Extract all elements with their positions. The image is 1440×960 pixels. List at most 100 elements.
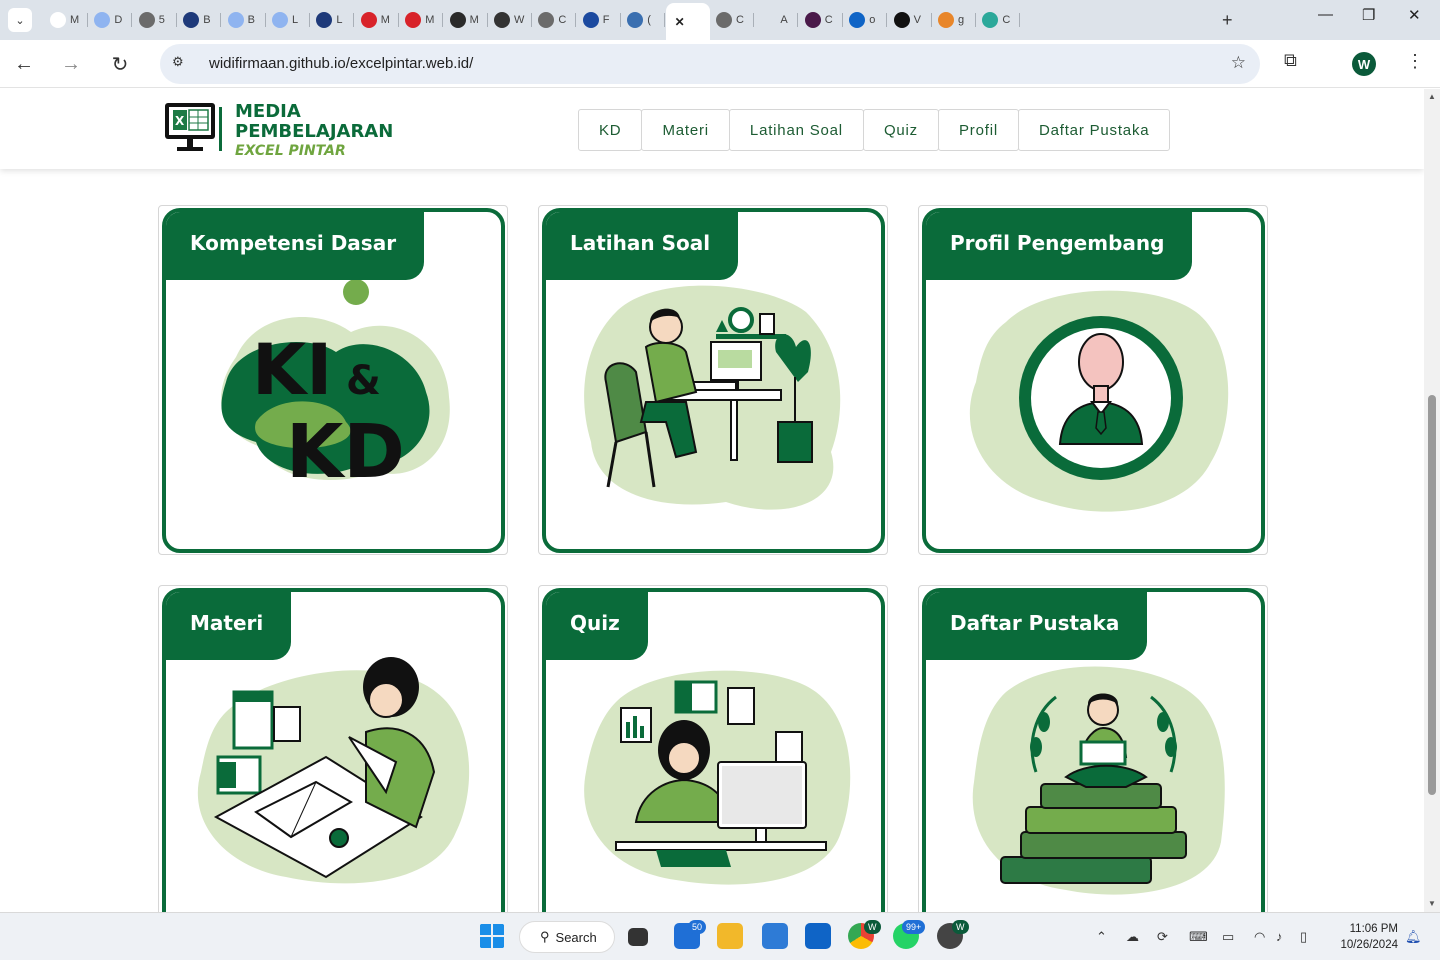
page-scrollbar[interactable]: ▲ ▼ bbox=[1424, 89, 1440, 912]
incognito-icon bbox=[494, 12, 510, 28]
cube-icon bbox=[627, 12, 644, 28]
clock-time: 11:06 PM bbox=[1349, 923, 1398, 935]
browser-tab[interactable]: M bbox=[44, 7, 88, 33]
scroll-down-icon[interactable]: ▼ bbox=[1428, 899, 1436, 908]
app-sync-badge: W bbox=[952, 920, 969, 934]
browser-tab[interactable]: M bbox=[399, 7, 444, 33]
address-bar[interactable]: ⚙ widifirmaan.github.io/excelpintar.web.… bbox=[160, 44, 1260, 84]
kd-art-text: KD bbox=[286, 409, 405, 495]
browser-tab-label: L bbox=[292, 14, 299, 26]
browser-tab[interactable]: B bbox=[177, 7, 222, 33]
amp-art-text: & bbox=[346, 358, 381, 404]
bookmark-star-icon[interactable]: ☆ bbox=[1231, 53, 1246, 73]
outlook-icon bbox=[849, 12, 866, 28]
display-icon[interactable]: ▭ bbox=[1222, 929, 1234, 945]
minimize-icon[interactable]: — bbox=[1318, 6, 1333, 23]
profile-avatar[interactable]: W bbox=[1352, 52, 1376, 76]
browser-tab[interactable]: V bbox=[888, 7, 932, 33]
notepad-icon[interactable] bbox=[762, 923, 788, 949]
new-tab-icon[interactable]: + bbox=[1222, 10, 1233, 31]
logo-line-1: MEDIA bbox=[235, 101, 301, 122]
browser-tab[interactable]: F bbox=[577, 7, 621, 33]
taskbar-clock[interactable]: 11:06 PM 10/26/2024 bbox=[1332, 921, 1398, 953]
card-materi[interactable]: Materi bbox=[158, 585, 508, 912]
p-icon bbox=[804, 12, 821, 28]
scroll-up-icon[interactable]: ▲ bbox=[1428, 92, 1436, 101]
browser-tab[interactable]: C bbox=[799, 7, 843, 33]
browser-tab[interactable]: M bbox=[444, 7, 488, 33]
blogger-b-icon bbox=[227, 12, 244, 28]
google-icon bbox=[50, 12, 66, 28]
keyboard-icon[interactable]: ⌨ bbox=[1189, 929, 1208, 945]
browser-tab[interactable]: ( bbox=[621, 7, 666, 33]
logo-line-2: PEMBELAJARAN bbox=[235, 121, 394, 142]
site-logo[interactable]: X MEDIA PEMBELAJARAN EXCEL PINTAR bbox=[163, 101, 403, 159]
wifi-icon[interactable]: ◠ bbox=[1254, 929, 1265, 945]
taskbar-search-label: Search bbox=[555, 929, 597, 945]
nav-daftar-pustaka[interactable]: Daftar Pustaka bbox=[1017, 109, 1171, 151]
outlook-icon[interactable] bbox=[805, 923, 831, 949]
tab-separator bbox=[1019, 13, 1021, 27]
sync-tray-icon[interactable]: ⟳ bbox=[1157, 929, 1168, 945]
book-icon bbox=[183, 12, 200, 28]
browser-tab[interactable]: M bbox=[355, 7, 399, 33]
browser-tab[interactable]: 5 bbox=[133, 7, 177, 33]
reload-icon[interactable]: ↻ bbox=[108, 52, 132, 76]
maximize-icon[interactable]: ❐ bbox=[1362, 6, 1375, 24]
card-daftar-pustaka[interactable]: Daftar Pustaka bbox=[918, 585, 1268, 912]
nav-latihan-soal[interactable]: Latihan Soal bbox=[728, 109, 864, 151]
nav-materi[interactable]: Materi bbox=[641, 109, 730, 151]
tray-chevron-icon[interactable]: ⌃ bbox=[1096, 929, 1107, 945]
browser-tab-label: C bbox=[1002, 14, 1011, 26]
notification-bell-icon[interactable]: 🔔︎ bbox=[1405, 929, 1422, 945]
back-icon[interactable]: ← bbox=[12, 52, 36, 76]
site-header: X MEDIA PEMBELAJARAN EXCEL PINTAR KD Mat… bbox=[0, 89, 1424, 169]
onedrive-icon[interactable]: ☁ bbox=[1126, 929, 1139, 945]
globe-icon bbox=[138, 12, 155, 28]
browser-tab-label: W bbox=[514, 14, 525, 26]
card-profil-pengembang[interactable]: Profil Pengembang bbox=[918, 205, 1268, 555]
browser-tab[interactable]: o bbox=[843, 7, 888, 33]
window-close-icon[interactable]: ✕ bbox=[1408, 6, 1421, 24]
card-title: Quiz bbox=[546, 592, 648, 660]
browser-tab[interactable]: g bbox=[932, 7, 976, 33]
browser-tab[interactable]: ✕ bbox=[665, 3, 710, 40]
windows-start-icon[interactable] bbox=[479, 923, 505, 949]
card-quiz[interactable]: Quiz bbox=[538, 585, 888, 912]
site-info-icon[interactable]: ⚙ bbox=[172, 54, 192, 74]
clock-date: 10/26/2024 bbox=[1340, 939, 1398, 951]
browser-tab[interactable]: L bbox=[266, 7, 310, 33]
card-latihan-soal[interactable]: Latihan Soal bbox=[538, 205, 888, 555]
browser-tab[interactable]: C bbox=[976, 7, 1021, 33]
file-explorer-icon[interactable] bbox=[717, 923, 743, 949]
nav-profil[interactable]: Profil bbox=[937, 109, 1019, 151]
browser-tab-label: M bbox=[70, 14, 80, 26]
taskbar-search[interactable]: ⚲ Search bbox=[519, 921, 615, 953]
nav-quiz[interactable]: Quiz bbox=[862, 109, 939, 151]
mendeley-icon bbox=[360, 12, 377, 28]
url-text[interactable]: widifirmaan.github.io/excelpintar.web.id… bbox=[209, 55, 473, 72]
browser-tab[interactable]: A bbox=[754, 7, 799, 33]
extensions-icon[interactable]: ⧉ bbox=[1284, 50, 1308, 74]
browser-tab-label: M bbox=[469, 14, 479, 26]
volume-icon[interactable]: ♪ bbox=[1276, 929, 1283, 944]
card-kompetensi-dasar[interactable]: KI & KD Kompetensi Dasar bbox=[158, 205, 508, 555]
nav-kd[interactable]: KD bbox=[578, 109, 643, 151]
task-view-icon[interactable] bbox=[628, 928, 648, 946]
battery-icon[interactable]: ▯ bbox=[1300, 929, 1307, 945]
browser-tab[interactable]: W bbox=[488, 7, 532, 33]
tab-search-icon[interactable]: ⌄ bbox=[8, 8, 32, 32]
forward-icon[interactable]: → bbox=[59, 52, 83, 76]
browser-tab[interactable]: C bbox=[532, 7, 577, 33]
chrome-profile-badge: W bbox=[864, 920, 881, 934]
browser-tab[interactable]: C bbox=[710, 7, 754, 33]
browser-tab[interactable]: L bbox=[310, 7, 355, 33]
browser-tab-label: L bbox=[336, 14, 343, 26]
browser-tab-label: M bbox=[425, 14, 435, 26]
browser-tab-label: F bbox=[602, 14, 610, 26]
browser-tab[interactable]: B bbox=[222, 7, 266, 33]
browser-tab[interactable]: D bbox=[88, 7, 133, 33]
ki-art-text: KI bbox=[252, 329, 332, 411]
scroll-thumb[interactable] bbox=[1428, 395, 1436, 795]
browser-menu-icon[interactable]: ⋮ bbox=[1406, 51, 1424, 72]
